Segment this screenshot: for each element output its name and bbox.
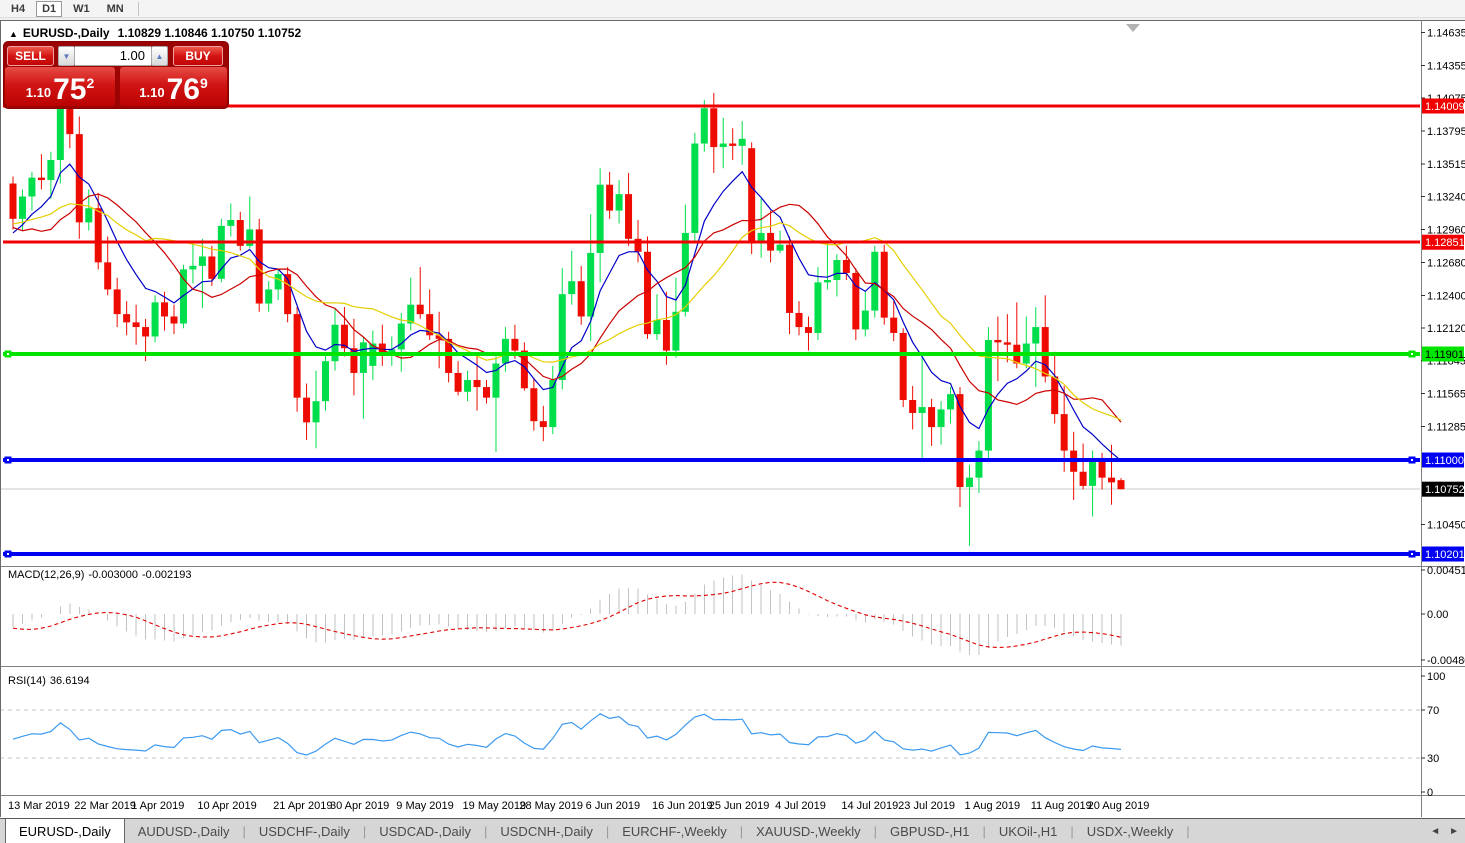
svg-text:28 May 2019: 28 May 2019	[519, 800, 583, 812]
svg-text:6 Jun 2019: 6 Jun 2019	[586, 800, 640, 812]
svg-text:70: 70	[1427, 705, 1439, 717]
svg-text:13 Mar 2019: 13 Mar 2019	[8, 800, 70, 812]
rsi-panel[interactable]	[0, 710, 1420, 758]
svg-text:1.13795: 1.13795	[1427, 126, 1465, 138]
svg-text:1.14635: 1.14635	[1427, 27, 1465, 39]
tab-xauusd-weekly[interactable]: XAUUSD-,Weekly	[743, 819, 874, 843]
svg-text:1.10450: 1.10450	[1427, 520, 1465, 532]
volume-input[interactable]	[75, 46, 151, 66]
horizontal-level-lines[interactable]	[3, 106, 1420, 558]
sell-button[interactable]: SELL	[7, 46, 54, 66]
svg-text:1.10752: 1.10752	[1425, 484, 1465, 496]
buy-button[interactable]: BUY	[173, 46, 223, 66]
tab-separator: |	[1186, 819, 1189, 843]
svg-text:1.14009: 1.14009	[1425, 101, 1465, 113]
tab-audusd-daily[interactable]: AUDUSD-,Daily	[125, 819, 243, 843]
sell-price-sup: 2	[86, 75, 94, 91]
svg-text:0: 0	[1427, 787, 1433, 799]
timeframe-button-w1[interactable]: W1	[67, 1, 96, 17]
svg-text:10 Apr 2019: 10 Apr 2019	[197, 800, 256, 812]
timeframe-button-h4[interactable]: H4	[5, 1, 31, 17]
tab-scroll-left-icon[interactable]: ◄	[1430, 826, 1440, 837]
svg-text:30 Apr 2019: 30 Apr 2019	[330, 800, 389, 812]
svg-text:21 Apr 2019: 21 Apr 2019	[273, 800, 332, 812]
buy-price-big: 76	[167, 77, 200, 103]
svg-text:1.13240: 1.13240	[1427, 191, 1465, 203]
svg-text:22 Mar 2019: 22 Mar 2019	[74, 800, 136, 812]
svg-text:9 May 2019: 9 May 2019	[396, 800, 453, 812]
tab-usdx-weekly[interactable]: USDX-,Weekly	[1074, 819, 1186, 843]
svg-text:1.13515: 1.13515	[1427, 159, 1465, 171]
buy-price-prefix: 1.10	[139, 85, 164, 100]
svg-text:25 Jun 2019: 25 Jun 2019	[709, 800, 770, 812]
svg-text:100: 100	[1427, 671, 1445, 683]
candles-layer	[10, 51, 1125, 546]
mt4-terminal: H4D1W1MN 1.146351.143551.140751.137951.1…	[0, 0, 1465, 843]
svg-text:1.12120: 1.12120	[1427, 323, 1465, 335]
buy-price-sup: 9	[200, 75, 208, 91]
tab-eurchf-weekly[interactable]: EURCHF-,Weekly	[609, 819, 740, 843]
tab-scroll-arrows: ◄ ►	[1430, 819, 1459, 843]
svg-text:1.12400: 1.12400	[1427, 290, 1465, 302]
svg-text:1.11000: 1.11000	[1425, 455, 1464, 467]
sell-price-big: 75	[53, 77, 86, 103]
chart-canvas[interactable]: 1.146351.143551.140751.137951.135151.132…	[0, 20, 1465, 818]
buy-price-display[interactable]: 1.10769	[120, 67, 227, 106]
svg-text:0.00: 0.00	[1427, 609, 1448, 621]
svg-text:20 Aug 2019: 20 Aug 2019	[1088, 800, 1150, 812]
svg-text:11 Aug 2019: 11 Aug 2019	[1031, 800, 1092, 812]
svg-text:1.11901: 1.11901	[1425, 349, 1464, 361]
svg-text:1 Apr 2019: 1 Apr 2019	[131, 800, 184, 812]
moving-averages-layer	[13, 164, 1121, 461]
svg-text:1.12851: 1.12851	[1425, 237, 1465, 249]
svg-text:1.12960: 1.12960	[1427, 224, 1465, 236]
svg-text:0.004517: 0.004517	[1427, 565, 1465, 577]
svg-text:4 Jul 2019: 4 Jul 2019	[775, 800, 826, 812]
tab-ukoil-h1[interactable]: UKOil-,H1	[986, 819, 1071, 843]
svg-text:1.14355: 1.14355	[1427, 60, 1465, 72]
sell-price-prefix: 1.10	[26, 85, 51, 100]
chart-window[interactable]: 1.146351.143551.140751.137951.135151.132…	[0, 20, 1465, 818]
macd-panel[interactable]	[13, 574, 1121, 655]
svg-text:23 Jul 2019: 23 Jul 2019	[898, 800, 955, 812]
svg-text:1.10201: 1.10201	[1425, 549, 1465, 561]
tab-usdcad-daily[interactable]: USDCAD-,Daily	[366, 819, 484, 843]
svg-text:1 Aug 2019: 1 Aug 2019	[964, 800, 1020, 812]
timeframe-button-mn[interactable]: MN	[101, 1, 130, 17]
svg-text:1.11565: 1.11565	[1427, 389, 1465, 401]
tab-usdchf-daily[interactable]: USDCHF-,Daily	[246, 819, 363, 843]
svg-text:16 Jun 2019: 16 Jun 2019	[652, 800, 713, 812]
volume-decrease-button[interactable]: ▼	[58, 46, 75, 66]
tab-usdcnh-daily[interactable]: USDCNH-,Daily	[487, 819, 605, 843]
timeframe-toolbar: H4 D1 W1 MN	[0, 0, 1465, 18]
chart-tabs-bar: EURUSD-,DailyAUDUSD-,Daily | USDCHF-,Daily…	[0, 818, 1465, 843]
volume-increase-button[interactable]: ▲	[151, 46, 168, 66]
svg-text:1.11285: 1.11285	[1427, 421, 1465, 433]
date-axis[interactable]: 13 Mar 2019 22 Mar 20191 Apr 2019 10 Apr 2…	[8, 800, 1149, 812]
tab-eurusd-daily[interactable]: EURUSD-,Daily	[5, 819, 125, 843]
svg-text:30: 30	[1427, 753, 1439, 765]
tab-scroll-right-icon[interactable]: ►	[1449, 826, 1459, 837]
svg-text:-0.004806: -0.004806	[1427, 655, 1465, 667]
toolbar-separator	[138, 2, 139, 16]
sell-price-display[interactable]: 1.10752	[5, 67, 115, 106]
tab-gbpusd-h1[interactable]: GBPUSD-,H1	[877, 819, 982, 843]
price-axis[interactable]: 1.146351.143551.140751.137951.135151.132…	[1421, 27, 1465, 799]
svg-text:19 May 2019: 19 May 2019	[463, 800, 527, 812]
svg-text:14 Jul 2019: 14 Jul 2019	[841, 800, 898, 812]
svg-text:1.12680: 1.12680	[1427, 257, 1465, 269]
chart-shift-marker-icon[interactable]	[1126, 24, 1140, 32]
timeframe-button-d1[interactable]: D1	[36, 1, 62, 17]
one-click-trading-panel: SELL ▼ ▲ BUY 1.10752 1.10769	[4, 42, 228, 108]
